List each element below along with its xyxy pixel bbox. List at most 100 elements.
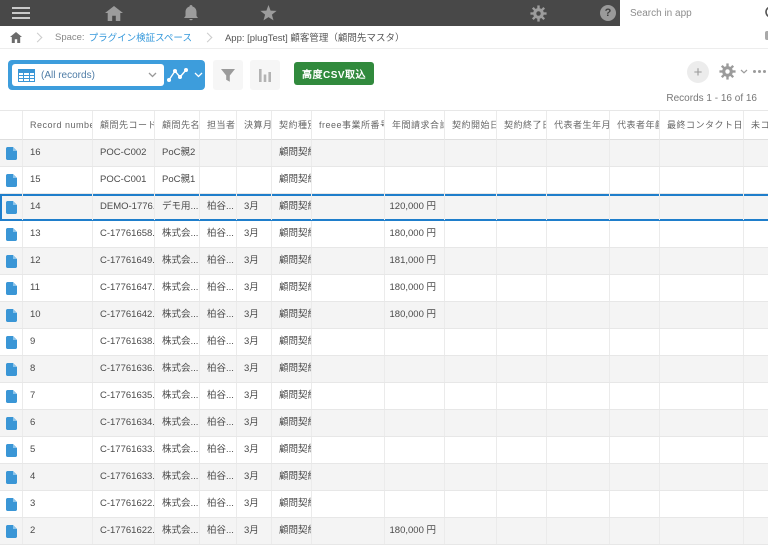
add-record-button[interactable]: + xyxy=(687,61,709,83)
table-cell xyxy=(312,464,385,490)
record-open-icon[interactable] xyxy=(0,464,23,490)
column-header[interactable]: freee事業所番号 xyxy=(312,111,385,140)
column-header[interactable]: 担当者 xyxy=(200,111,237,140)
column-header[interactable]: 年間請求合計 xyxy=(385,111,445,140)
file-icon xyxy=(5,254,17,268)
table-row[interactable]: 2C-17761622...株式会...柏谷...3月顧問契約 180,000 円 xyxy=(0,518,768,545)
search-icon[interactable] xyxy=(764,0,768,26)
record-open-icon[interactable] xyxy=(0,275,23,301)
column-header[interactable]: 未コ xyxy=(744,111,768,140)
table-cell: 柏谷... xyxy=(200,302,237,328)
table-cell xyxy=(385,410,445,436)
column-header[interactable]: 最終コンタクト日 xyxy=(660,111,744,140)
table-row[interactable]: 13C-17761658...株式会...柏谷...3月顧問契約 180,000 … xyxy=(0,221,768,248)
column-header[interactable]: 決算月 xyxy=(237,111,272,140)
table-cell xyxy=(497,302,547,328)
record-open-icon[interactable] xyxy=(0,194,23,220)
table-cell xyxy=(547,221,610,247)
table-cell: 株式会... xyxy=(155,329,200,355)
table-row[interactable]: 9C-17761638...株式会...柏谷...3月顧問契約 xyxy=(0,329,768,356)
table-row[interactable]: 14DEMO-1776...デモ用...柏谷...3月顧問契約 120,000 円 xyxy=(0,194,768,221)
record-open-icon[interactable] xyxy=(0,302,23,328)
file-icon xyxy=(5,443,17,457)
table-cell xyxy=(660,329,744,355)
record-open-icon[interactable] xyxy=(0,221,23,247)
breadcrumb-home-icon[interactable] xyxy=(10,31,22,43)
chart-button[interactable] xyxy=(250,60,280,90)
table-cell: DEMO-1776... xyxy=(93,194,155,220)
column-header[interactable]: 契約終了日 xyxy=(497,111,547,140)
table-row[interactable]: 11C-17761647...株式会...柏谷...3月顧問契約 180,000 … xyxy=(0,275,768,302)
record-open-icon[interactable] xyxy=(0,383,23,409)
table-row[interactable]: 8C-17761636...株式会...柏谷...3月顧問契約 xyxy=(0,356,768,383)
record-open-icon[interactable] xyxy=(0,410,23,436)
table-row[interactable]: 15POC-C001PoC親1 顧問契約 xyxy=(0,167,768,194)
notification-bell-icon[interactable] xyxy=(180,0,202,26)
table-row[interactable]: 3C-17761622...株式会...柏谷...3月顧問契約 xyxy=(0,491,768,518)
record-open-icon[interactable] xyxy=(0,140,23,166)
table-cell xyxy=(445,410,497,436)
settings-gear-icon[interactable] xyxy=(526,0,550,26)
advanced-csv-import-button[interactable]: 高度CSV取込 xyxy=(294,62,375,85)
breadcrumb-space-link[interactable]: プラグイン検証スペース xyxy=(89,30,192,44)
column-header[interactable]: 代表者生年月日 xyxy=(547,111,610,140)
table-cell: 3月 xyxy=(237,518,272,544)
table-cell: 3月 xyxy=(237,383,272,409)
plugin-graph-view-button[interactable] xyxy=(164,60,205,90)
favorites-star-icon[interactable] xyxy=(256,0,280,26)
column-header[interactable]: 顧問先名 xyxy=(155,111,200,140)
table-cell: 柏谷... xyxy=(200,194,237,220)
table-cell: 顧問契約 xyxy=(272,194,312,220)
table-cell xyxy=(385,356,445,382)
record-open-icon[interactable] xyxy=(0,491,23,517)
table-cell xyxy=(744,167,768,193)
table-cell xyxy=(497,383,547,409)
app-settings-button[interactable] xyxy=(719,63,748,80)
view-selector-dropdown[interactable]: (All records) xyxy=(12,64,164,86)
record-open-icon[interactable] xyxy=(0,518,23,544)
more-options-button[interactable] xyxy=(753,62,766,80)
table-cell: 3月 xyxy=(237,248,272,274)
table-cell xyxy=(385,437,445,463)
table-cell xyxy=(610,302,660,328)
help-icon[interactable]: ? xyxy=(596,0,620,26)
table-cell: 180,000 円 xyxy=(385,302,445,328)
table-cell: 顧問契約 xyxy=(272,437,312,463)
table-cell xyxy=(312,221,385,247)
record-open-icon[interactable] xyxy=(0,248,23,274)
table-cell xyxy=(312,329,385,355)
table-cell xyxy=(744,302,768,328)
record-open-icon[interactable] xyxy=(0,437,23,463)
breadcrumb-app-label[interactable]: App: [plugTest] 顧客管理（顧問先マスタ） xyxy=(225,30,405,44)
table-row[interactable]: 6C-17761634...株式会...柏谷...3月顧問契約 xyxy=(0,410,768,437)
column-header[interactable]: 契約開始日 xyxy=(445,111,497,140)
column-header[interactable]: 代表者年齢 xyxy=(610,111,660,140)
table-cell xyxy=(497,248,547,274)
table-cell xyxy=(547,275,610,301)
table-row[interactable]: 5C-17761633...株式会...柏谷...3月顧問契約 xyxy=(0,437,768,464)
table-row[interactable]: 7C-17761635...株式会...柏谷...3月顧問契約 xyxy=(0,383,768,410)
search-input[interactable] xyxy=(628,1,764,25)
hamburger-menu-icon[interactable] xyxy=(8,0,34,26)
table-cell: 株式会... xyxy=(155,491,200,517)
table-cell xyxy=(547,518,610,544)
column-header[interactable]: 契約種別 xyxy=(272,111,312,140)
column-header[interactable]: 顧問先コード xyxy=(93,111,155,140)
filter-button[interactable] xyxy=(213,60,243,90)
table-row[interactable]: 10C-17761642...株式会...柏谷...3月顧問契約 180,000 … xyxy=(0,302,768,329)
record-open-icon[interactable] xyxy=(0,356,23,382)
table-cell xyxy=(497,329,547,355)
table-cell: C-17761622... xyxy=(93,518,155,544)
table-cell xyxy=(312,491,385,517)
table-row[interactable]: 4C-17761633...株式会...柏谷...3月顧問契約 xyxy=(0,464,768,491)
table-cell: 柏谷... xyxy=(200,437,237,463)
record-open-icon[interactable] xyxy=(0,329,23,355)
table-cell xyxy=(385,140,445,166)
home-icon[interactable] xyxy=(102,0,126,26)
table-cell xyxy=(744,248,768,274)
column-header[interactable]: Record number xyxy=(23,111,93,140)
table-cell xyxy=(610,356,660,382)
table-row[interactable]: 16POC-C002PoC親2 顧問契約 xyxy=(0,140,768,167)
table-row[interactable]: 12C-17761649...株式会...柏谷...3月顧問契約 181,000 … xyxy=(0,248,768,275)
record-open-icon[interactable] xyxy=(0,167,23,193)
